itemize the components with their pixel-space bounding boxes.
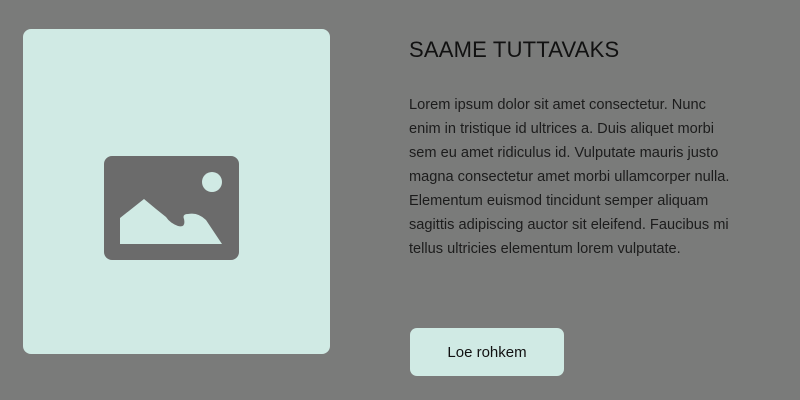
content-section: SAAME TUTTAVAKS Lorem ipsum dolor sit am… [409, 36, 739, 261]
section-title: SAAME TUTTAVAKS [409, 37, 620, 62]
read-more-button[interactable]: Loe rohkem [410, 328, 564, 376]
section-body-text: Lorem ipsum dolor sit amet consectetur. … [409, 97, 730, 257]
image-placeholder-icon [104, 156, 239, 260]
image-placeholder-card [23, 29, 330, 354]
